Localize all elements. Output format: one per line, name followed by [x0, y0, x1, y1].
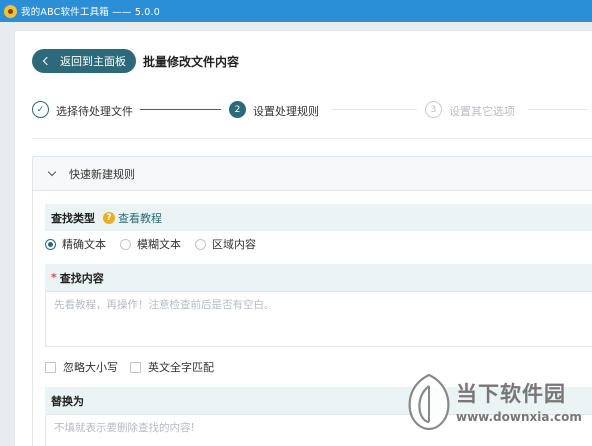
step-indicator: ✓ 选择待处理文件 2 设置处理规则 3 设置其它选项	[32, 101, 592, 121]
view-tutorial-link[interactable]: 查看教程	[118, 210, 162, 226]
panel-title: 快速新建规则	[69, 167, 135, 181]
step-1-label: 选择待处理文件	[56, 105, 133, 118]
watermark-url: www.downxia.com	[456, 410, 582, 424]
question-help-icon[interactable]: ?	[103, 211, 115, 224]
step-3-label: 设置其它选项	[449, 105, 515, 118]
app-logo-icon	[4, 4, 17, 18]
radio-region-content[interactable]: 区域内容	[195, 236, 256, 252]
back-to-dashboard-button[interactable]: 返回到主面板	[32, 49, 136, 73]
radio-selected-icon	[45, 238, 56, 250]
watermark: 当下软件园 www.downxia.com	[404, 370, 590, 442]
find-content-section: * 查找内容	[45, 264, 592, 291]
radio-label: 区域内容	[212, 238, 256, 251]
find-content-input[interactable]: 先看教程，再操作！注意检查前后是否有空白。	[45, 291, 592, 347]
radio-label: 精确文本	[62, 238, 106, 251]
radio-exact-text[interactable]: 精确文本	[45, 236, 106, 252]
step-1-check-icon: ✓	[32, 101, 49, 118]
watermark-logo-icon	[408, 373, 450, 431]
quick-rule-panel-header[interactable]: 快速新建规则	[33, 157, 592, 191]
step-connector-next	[528, 109, 588, 110]
header-divider	[32, 138, 592, 139]
checkbox-box	[45, 361, 56, 373]
radio-unselected-icon	[195, 238, 206, 250]
required-mark: *	[51, 271, 57, 284]
checkbox-box	[130, 361, 141, 373]
page-title: 批量修改文件内容	[143, 55, 240, 69]
match-options: 忽略大小写 英文全字匹配	[45, 359, 226, 375]
ignore-case-checkbox[interactable]: 忽略大小写	[45, 359, 118, 375]
step-connector-pending	[332, 109, 417, 110]
find-type-section: 查找类型 ? 查看教程	[45, 204, 592, 231]
find-type-radio-group: 精确文本 模糊文本 区域内容	[45, 236, 270, 252]
find-content-label: 查找内容	[59, 271, 104, 285]
chevron-left-icon	[42, 56, 52, 66]
window-title: 我的ABC软件工具箱 —— 5.0.0	[21, 7, 160, 18]
step-3-number: 3	[425, 101, 442, 118]
window-titlebar: 我的ABC软件工具箱 —— 5.0.0	[0, 0, 592, 22]
replace-label: 替换为	[51, 394, 84, 408]
step-connector-done	[140, 109, 221, 110]
whole-word-checkbox[interactable]: 英文全字匹配	[130, 359, 214, 375]
watermark-brand: 当下软件园	[456, 382, 566, 406]
radio-fuzzy-text[interactable]: 模糊文本	[120, 236, 181, 252]
checkbox-label: 英文全字匹配	[148, 361, 214, 374]
checkbox-label: 忽略大小写	[63, 361, 118, 374]
radio-unselected-icon	[120, 238, 131, 250]
back-button-label: 返回到主面板	[60, 55, 126, 68]
step-2-label: 设置处理规则	[253, 105, 319, 118]
radio-label: 模糊文本	[137, 238, 181, 251]
step-2-number: 2	[229, 101, 246, 118]
chevron-down-icon	[47, 167, 57, 176]
find-type-label: 查找类型	[51, 211, 95, 225]
